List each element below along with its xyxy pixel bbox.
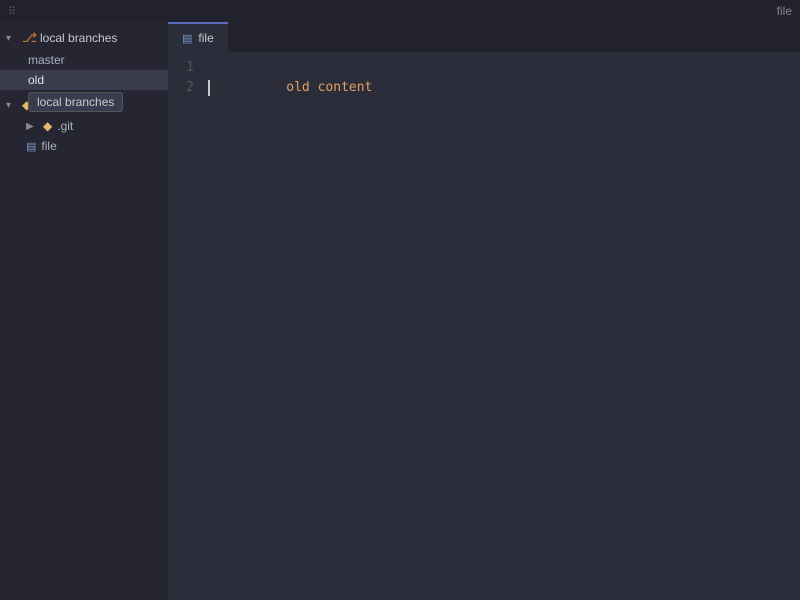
chevron-down-icon: ▾	[6, 33, 18, 44]
file-item[interactable]: ▤ file	[16, 136, 168, 156]
editor-tab-file[interactable]: ▤ file	[168, 22, 228, 52]
editor-area: ▤ file 1 2 old content	[168, 22, 800, 600]
title-bar-left: ⠿	[8, 5, 15, 18]
main-content: ▾ ⎇ local branches master old local bran…	[0, 22, 800, 600]
code-text-1: old content	[286, 80, 372, 95]
line-number-2: 2	[168, 78, 194, 98]
code-lines[interactable]: old content	[204, 58, 800, 600]
branch-tooltip: local branches	[28, 92, 123, 112]
local-branches-label: local branches	[40, 31, 117, 45]
line-numbers: 1 2	[168, 58, 204, 600]
git-folder-name: .git	[57, 119, 73, 133]
sidebar: ▾ ⎇ local branches master old local bran…	[0, 22, 168, 600]
repo-children: ▶ ◆ .git ▤ file	[0, 116, 168, 156]
repo-chevron-down-icon: ▾	[6, 100, 18, 111]
tab-file-icon: ▤	[182, 32, 192, 45]
line-number-1: 1	[168, 58, 194, 78]
tab-file-label: file	[198, 31, 213, 45]
title-bar: ⠿ file	[0, 0, 800, 22]
branch-icon: ⎇	[22, 30, 36, 46]
title-bar-right-label: file	[777, 4, 792, 18]
git-folder-chevron-icon: ▶	[26, 121, 38, 132]
drag-handle-icon: ⠿	[8, 5, 15, 18]
git-folder-item[interactable]: ▶ ◆ .git	[16, 116, 168, 136]
folder-icon: ◆	[43, 119, 52, 133]
master-branch-name: master	[28, 53, 65, 67]
code-line-1: old content	[208, 58, 800, 78]
editor-content: 1 2 old content	[168, 52, 800, 600]
editor-tab-bar: ▤ file	[168, 22, 800, 52]
branch-item-master[interactable]: master	[0, 50, 168, 70]
old-branch-name: old	[28, 73, 44, 87]
file-item-name: file	[41, 139, 56, 153]
text-cursor	[208, 80, 210, 96]
branch-item-old[interactable]: old local branches	[0, 70, 168, 90]
file-icon: ▤	[26, 140, 36, 153]
local-branches-header[interactable]: ▾ ⎇ local branches	[0, 26, 168, 50]
